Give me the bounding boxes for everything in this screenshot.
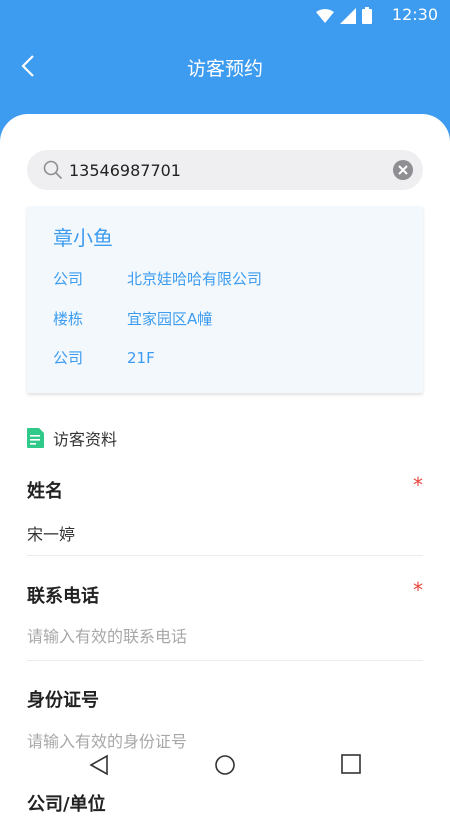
field-label: 姓名 <box>27 481 63 502</box>
section-title: 访客资料 <box>53 430 118 449</box>
host-row-value: 21F <box>127 349 155 367</box>
host-row-label: 楼栋 <box>53 310 84 328</box>
host-building-row: 楼栋 宜家园区A幢 <box>53 308 212 329</box>
document-icon <box>27 428 44 448</box>
signal-icon <box>340 7 356 24</box>
host-row-value: 北京娃哈哈有限公司 <box>127 270 263 288</box>
navigation-bar: 访客预约 <box>0 36 450 96</box>
search-icon <box>43 160 63 180</box>
name-field: 姓名 * 宋一婷 <box>27 473 423 557</box>
divider <box>27 555 423 556</box>
wifi-icon <box>316 8 334 23</box>
visitor-section-header: 访客资料 <box>27 426 117 450</box>
host-row-value: 宜家园区A幢 <box>127 310 213 328</box>
host-row-label: 公司 <box>53 270 84 288</box>
field-label: 身份证号 <box>27 690 99 711</box>
status-icons <box>316 7 372 24</box>
host-floor-row: 公司 21F <box>53 347 155 368</box>
clear-button[interactable] <box>393 160 413 180</box>
home-nav-icon[interactable] <box>214 754 236 776</box>
status-bar: 12:30 <box>0 0 450 30</box>
host-info-card[interactable]: 章小鱼 公司 北京娃哈哈有限公司 楼栋 宜家园区A幢 公司 21F <box>27 206 423 393</box>
search-input[interactable] <box>69 150 369 190</box>
required-mark: * <box>413 578 423 602</box>
host-row-label: 公司 <box>53 349 84 367</box>
field-label: 联系电话 <box>27 586 99 607</box>
required-mark: * <box>413 473 423 497</box>
system-navigation-bar <box>0 742 450 800</box>
host-company-row: 公司 北京娃哈哈有限公司 <box>53 268 262 289</box>
search-bar[interactable] <box>27 150 423 190</box>
clear-icon <box>398 165 408 175</box>
phone-field: 联系电话 * <box>27 578 423 662</box>
recents-nav-icon[interactable] <box>341 754 361 774</box>
page-title: 访客预约 <box>186 58 263 80</box>
host-name: 章小鱼 <box>53 226 113 250</box>
back-nav-icon[interactable] <box>88 754 110 776</box>
status-time: 12:30 <box>391 5 438 24</box>
divider <box>27 660 423 661</box>
name-value[interactable]: 宋一婷 <box>27 521 75 545</box>
battery-icon <box>362 7 372 24</box>
phone-input[interactable] <box>27 624 423 648</box>
